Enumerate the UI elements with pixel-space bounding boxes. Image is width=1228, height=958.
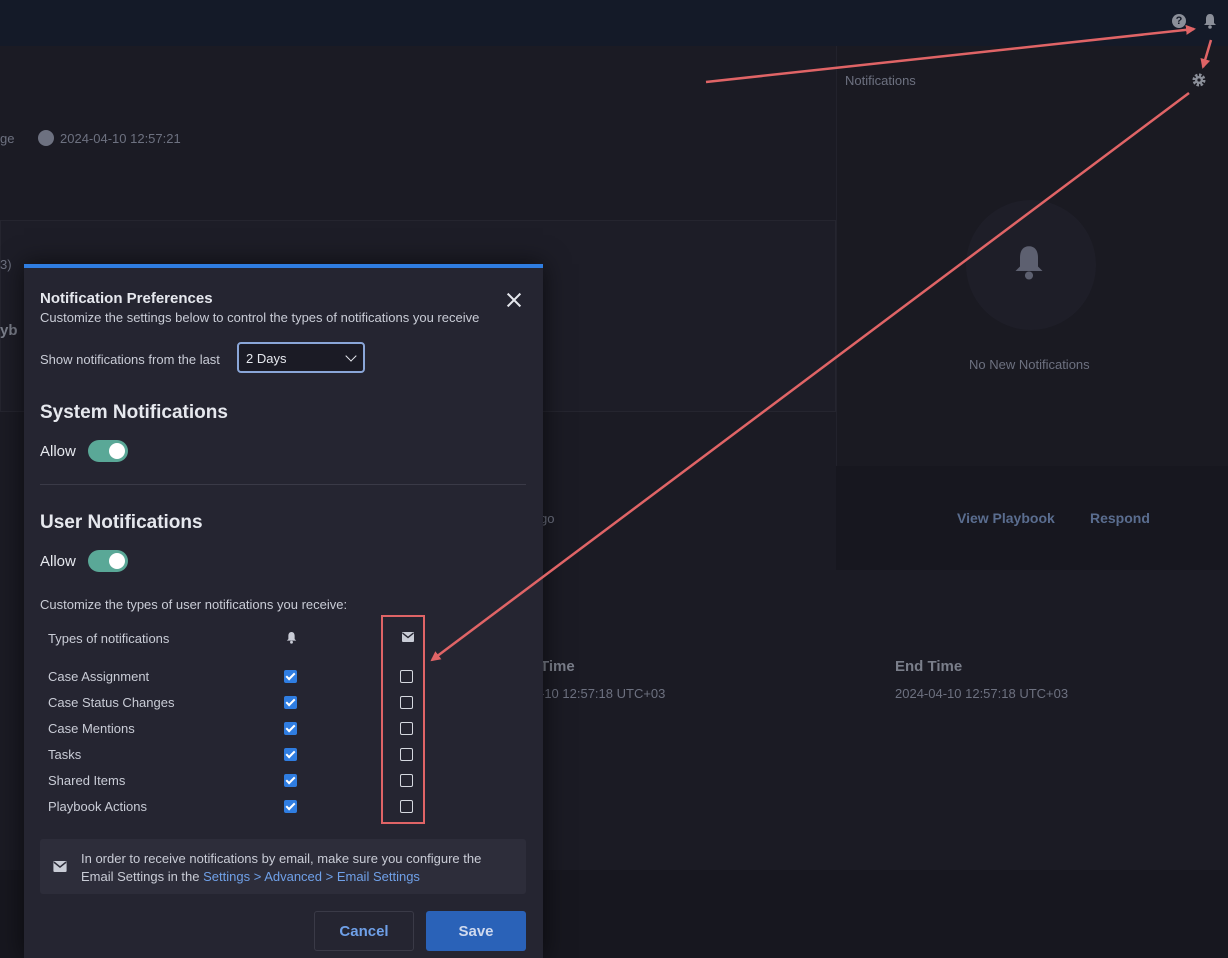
in-app-checkbox-shared-items[interactable] [284, 774, 297, 787]
notifications-panel-title: Notifications [845, 73, 916, 88]
bell-icon[interactable] [1203, 13, 1217, 29]
end-time-label: End Time [895, 658, 963, 675]
in-app-checkbox-case-status-changes[interactable] [284, 696, 297, 709]
end-time-value: 2024-04-10 12:57:18 UTC+03 [895, 686, 1069, 701]
row-label-case-status-changes: Case Status Changes [48, 695, 175, 710]
help-icon[interactable]: ? [1172, 14, 1186, 28]
time-value: -10 12:57:18 UTC+03 [540, 686, 666, 701]
dialog-title: Notification Preferences [40, 290, 213, 307]
period-select[interactable]: 2 Days [237, 342, 365, 373]
respond-link[interactable]: Respond [1090, 510, 1150, 526]
email-checkbox-playbook-actions[interactable] [400, 800, 413, 813]
card-fragment: 3) [0, 257, 12, 272]
section-divider [40, 484, 526, 485]
email-checkbox-case-assignment[interactable] [400, 670, 413, 683]
email-checkbox-shared-items[interactable] [400, 774, 413, 787]
row-label-playbook-actions: Playbook Actions [48, 799, 148, 814]
email-checkbox-tasks[interactable] [400, 748, 413, 761]
close-icon[interactable] [506, 292, 522, 308]
system-allow-toggle[interactable] [88, 440, 128, 462]
user-allow-toggle[interactable] [88, 550, 128, 572]
toggle-knob [109, 553, 125, 569]
page-fragment: ge [0, 131, 15, 146]
toggle-knob [109, 443, 125, 459]
types-header: Types of notifications [48, 631, 170, 646]
case-timestamp: 2024-04-10 12:57:21 [60, 131, 181, 146]
cancel-button[interactable]: Cancel [314, 911, 414, 951]
in-app-checkbox-case-assignment[interactable] [284, 670, 297, 683]
period-label: Show notifications from the last [40, 352, 220, 367]
system-allow-label: Allow [40, 443, 76, 460]
period-select-value: 2 Days [246, 351, 287, 366]
email-checkbox-case-mentions[interactable] [400, 722, 413, 735]
bell-column-icon [286, 632, 297, 644]
gear-icon[interactable] [1191, 72, 1207, 88]
row-label-case-assignment: Case Assignment [48, 669, 150, 684]
user-allow-label: Allow [40, 553, 76, 570]
row-label-shared-items: Shared Items [48, 773, 126, 788]
clock-icon [38, 130, 54, 146]
row-label-tasks: Tasks [48, 747, 82, 762]
save-button[interactable]: Save [426, 911, 526, 951]
row-label-case-mentions: Case Mentions [48, 721, 135, 736]
notification-preferences-dialog: Notification Preferences Customize the s… [24, 264, 543, 958]
email-info-box: In order to receive notifications by ema… [40, 839, 526, 894]
email-checkbox-case-status-changes[interactable] [400, 696, 413, 709]
time-label: Time [540, 658, 575, 675]
customize-label: Customize the types of user notification… [40, 597, 348, 612]
email-settings-link[interactable]: Settings > Advanced > Email Settings [203, 869, 420, 884]
user-notifications-title: User Notifications [40, 512, 203, 533]
bell-empty-icon [1015, 246, 1043, 280]
system-notifications-title: System Notifications [40, 402, 228, 423]
email-column-highlight [381, 615, 425, 824]
mail-icon [53, 861, 67, 872]
in-app-checkbox-case-mentions[interactable] [284, 722, 297, 735]
top-bar: ? [0, 0, 1228, 47]
chevron-down-icon [345, 350, 357, 362]
in-app-checkbox-playbook-actions[interactable] [284, 800, 297, 813]
view-playbook-link[interactable]: View Playbook [957, 510, 1055, 526]
card-fragment-2: yb [0, 322, 18, 339]
no-notifications-text: No New Notifications [969, 357, 1090, 372]
dialog-subtitle: Customize the settings below to control … [40, 310, 480, 325]
email-info-text: In order to receive notifications by ema… [81, 850, 511, 886]
in-app-checkbox-tasks[interactable] [284, 748, 297, 761]
